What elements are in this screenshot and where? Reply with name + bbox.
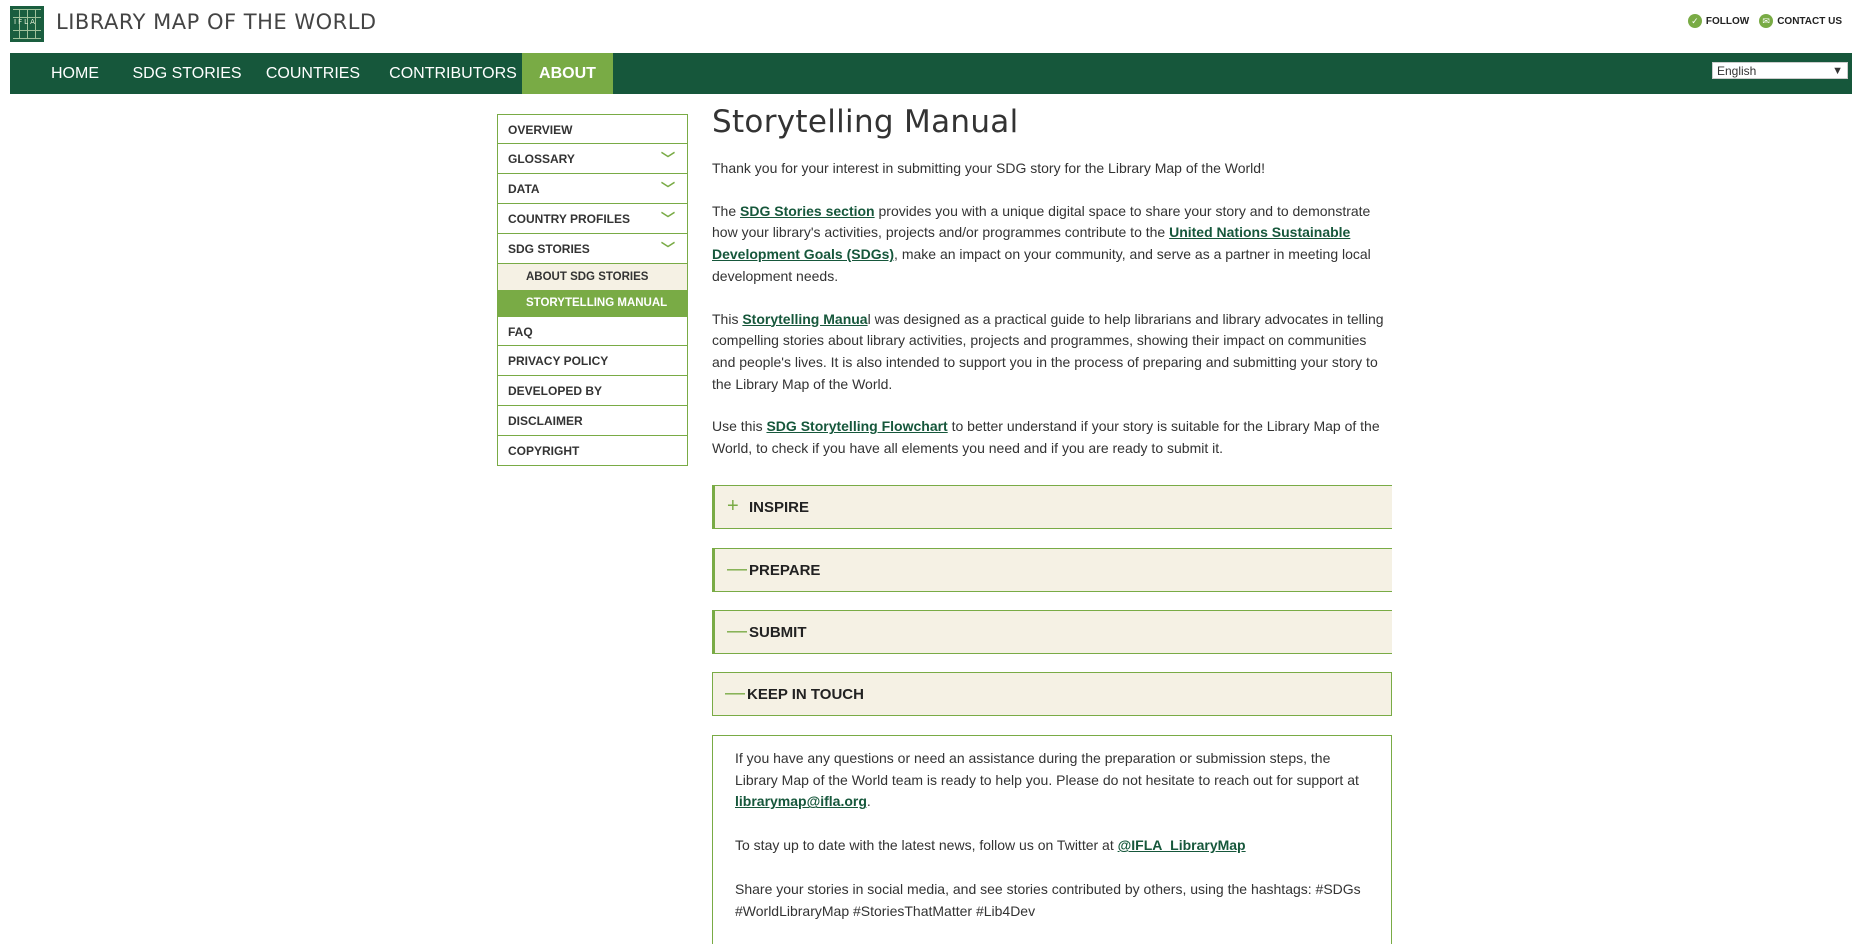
contact-icon: ✉ xyxy=(1759,14,1774,28)
accordion-label: KEEP IN TOUCH xyxy=(747,686,864,703)
accordion-keep-in-touch[interactable]: — KEEP IN TOUCH xyxy=(712,672,1392,716)
sidebar-item-label: GLOSSARY xyxy=(508,152,575,166)
sidebar-item-privacy-policy[interactable]: PRIVACY POLICY xyxy=(497,346,688,376)
chevron-down-icon: ▼ xyxy=(1832,65,1843,77)
accordion-submit[interactable]: — SUBMIT xyxy=(712,610,1392,654)
contact-link[interactable]: ✉ CONTACT US xyxy=(1759,14,1842,28)
sidebar-item-disclaimer[interactable]: DISCLAIMER xyxy=(497,406,688,436)
chevron-down-icon[interactable]: ﹀ xyxy=(661,174,675,204)
sidebar-item-faq[interactable]: FAQ xyxy=(497,316,688,346)
sidebar-item-developed-by[interactable]: DEVELOPED BY xyxy=(497,376,688,406)
plus-icon: + xyxy=(727,495,739,517)
sidebar-item-label: COUNTRY PROFILES xyxy=(508,212,631,226)
chevron-down-icon[interactable]: ﹀ xyxy=(661,234,675,264)
site-title[interactable]: LIBRARY MAP OF THE WORLD xyxy=(56,10,377,34)
chevron-down-icon[interactable]: ﹀ xyxy=(661,144,675,174)
text-span: To stay up to date with the latest news,… xyxy=(735,837,1118,854)
nav-countries[interactable]: COUNTRIES xyxy=(252,53,374,94)
accordion-inspire[interactable]: + INSPIRE xyxy=(712,485,1392,529)
sidebar-item-country-profiles[interactable]: COUNTRY PROFILES ﹀ xyxy=(497,204,688,234)
storytelling-manual-link[interactable]: Storytelling Manua xyxy=(742,311,867,327)
text-span: The xyxy=(712,202,741,219)
accordion-label: SUBMIT xyxy=(749,624,807,641)
text-span: If you have any questions or need an ass… xyxy=(735,750,1359,788)
page-title: Storytelling Manual xyxy=(712,104,1019,140)
sidebar-item-label: SDG STORIES xyxy=(508,242,590,256)
sidebar: OVERVIEW GLOSSARY ﹀ DATA ﹀ COUNTRY PROFILE… xyxy=(497,114,688,466)
sidebar-item-overview[interactable]: OVERVIEW xyxy=(497,114,688,144)
language-select[interactable]: English ▼ xyxy=(1712,62,1848,79)
nav-about[interactable]: ABOUT xyxy=(522,53,613,94)
logo-text: IFLA xyxy=(14,18,37,26)
follow-link[interactable]: ✓ FOLLOW xyxy=(1687,14,1750,28)
top-links: ✓ FOLLOW ✉ CONTACT US xyxy=(1687,14,1842,28)
email-link[interactable]: librarymap@ifla.org xyxy=(735,793,867,809)
sdg-stories-section-link[interactable]: SDG Stories section xyxy=(740,203,875,219)
sidebar-item-label: DISCLAIMER xyxy=(508,414,583,428)
contact-label: CONTACT US xyxy=(1777,15,1842,27)
flowchart-paragraph: Use this SDG Storytelling Flowchart to b… xyxy=(712,416,1392,459)
minus-icon: — xyxy=(727,558,747,580)
sidebar-item-copyright[interactable]: COPYRIGHT xyxy=(497,436,688,466)
top-bar: IFLA LIBRARY MAP OF THE WORLD ✓ FOLLOW ✉… xyxy=(0,0,1852,53)
minus-icon: — xyxy=(727,620,747,642)
keep-in-touch-panel: If you have any questions or need an ass… xyxy=(712,735,1392,944)
text-span: This xyxy=(712,310,743,327)
sdg-stories-paragraph: The SDG Stories section provides you wit… xyxy=(712,201,1392,288)
follow-label: FOLLOW xyxy=(1705,15,1750,27)
intro-paragraph: Thank you for your interest in submittin… xyxy=(712,160,1265,176)
hashtags-paragraph: Share your stories in social media, and … xyxy=(735,880,1361,919)
twitter-paragraph: To stay up to date with the latest news,… xyxy=(735,835,1371,857)
sidebar-item-glossary[interactable]: GLOSSARY ﹀ xyxy=(497,144,688,174)
support-paragraph: If you have any questions or need an ass… xyxy=(735,748,1371,813)
main-content: Storytelling Manual Thank you for your i… xyxy=(712,104,1392,481)
flowchart-link[interactable]: SDG Storytelling Flowchart xyxy=(766,418,947,434)
sidebar-subitem-about-sdg-stories[interactable]: ABOUT SDG STORIES xyxy=(497,264,688,290)
sidebar-item-label: DATA xyxy=(508,182,540,196)
sidebar-item-data[interactable]: DATA ﹀ xyxy=(497,174,688,204)
ifla-logo[interactable]: IFLA xyxy=(10,6,44,42)
follow-icon: ✓ xyxy=(1687,14,1702,28)
main-nav: HOME SDG STORIES COUNTRIES CONTRIBUTORS … xyxy=(10,53,1852,94)
manual-paragraph: This Storytelling Manual was designed as… xyxy=(712,309,1392,396)
text-span: Use this xyxy=(712,418,767,435)
nav-home[interactable]: HOME xyxy=(28,53,122,94)
accordion-label: INSPIRE xyxy=(749,499,810,516)
nav-contributors[interactable]: CONTRIBUTORS xyxy=(374,53,532,94)
sidebar-item-label: COPYRIGHT xyxy=(508,444,580,458)
nav-sdg-stories[interactable]: SDG STORIES xyxy=(122,53,252,94)
sidebar-item-label: DEVELOPED BY xyxy=(508,384,603,398)
accordion-label: PREPARE xyxy=(749,562,821,579)
sidebar-item-label: OVERVIEW xyxy=(508,123,573,137)
sidebar-item-sdg-stories[interactable]: SDG STORIES ﹀ xyxy=(497,234,688,264)
twitter-link[interactable]: @IFLA_LibraryMap xyxy=(1118,837,1246,853)
sidebar-item-label: FAQ xyxy=(508,325,533,339)
text-span: . xyxy=(866,793,871,810)
language-value: English xyxy=(1717,64,1757,78)
chevron-down-icon[interactable]: ﹀ xyxy=(661,204,675,234)
accordion-prepare[interactable]: — PREPARE xyxy=(712,548,1392,592)
minus-icon: — xyxy=(725,682,745,704)
sidebar-subitem-storytelling-manual[interactable]: STORYTELLING MANUAL xyxy=(497,290,688,316)
sidebar-item-label: PRIVACY POLICY xyxy=(508,354,609,368)
